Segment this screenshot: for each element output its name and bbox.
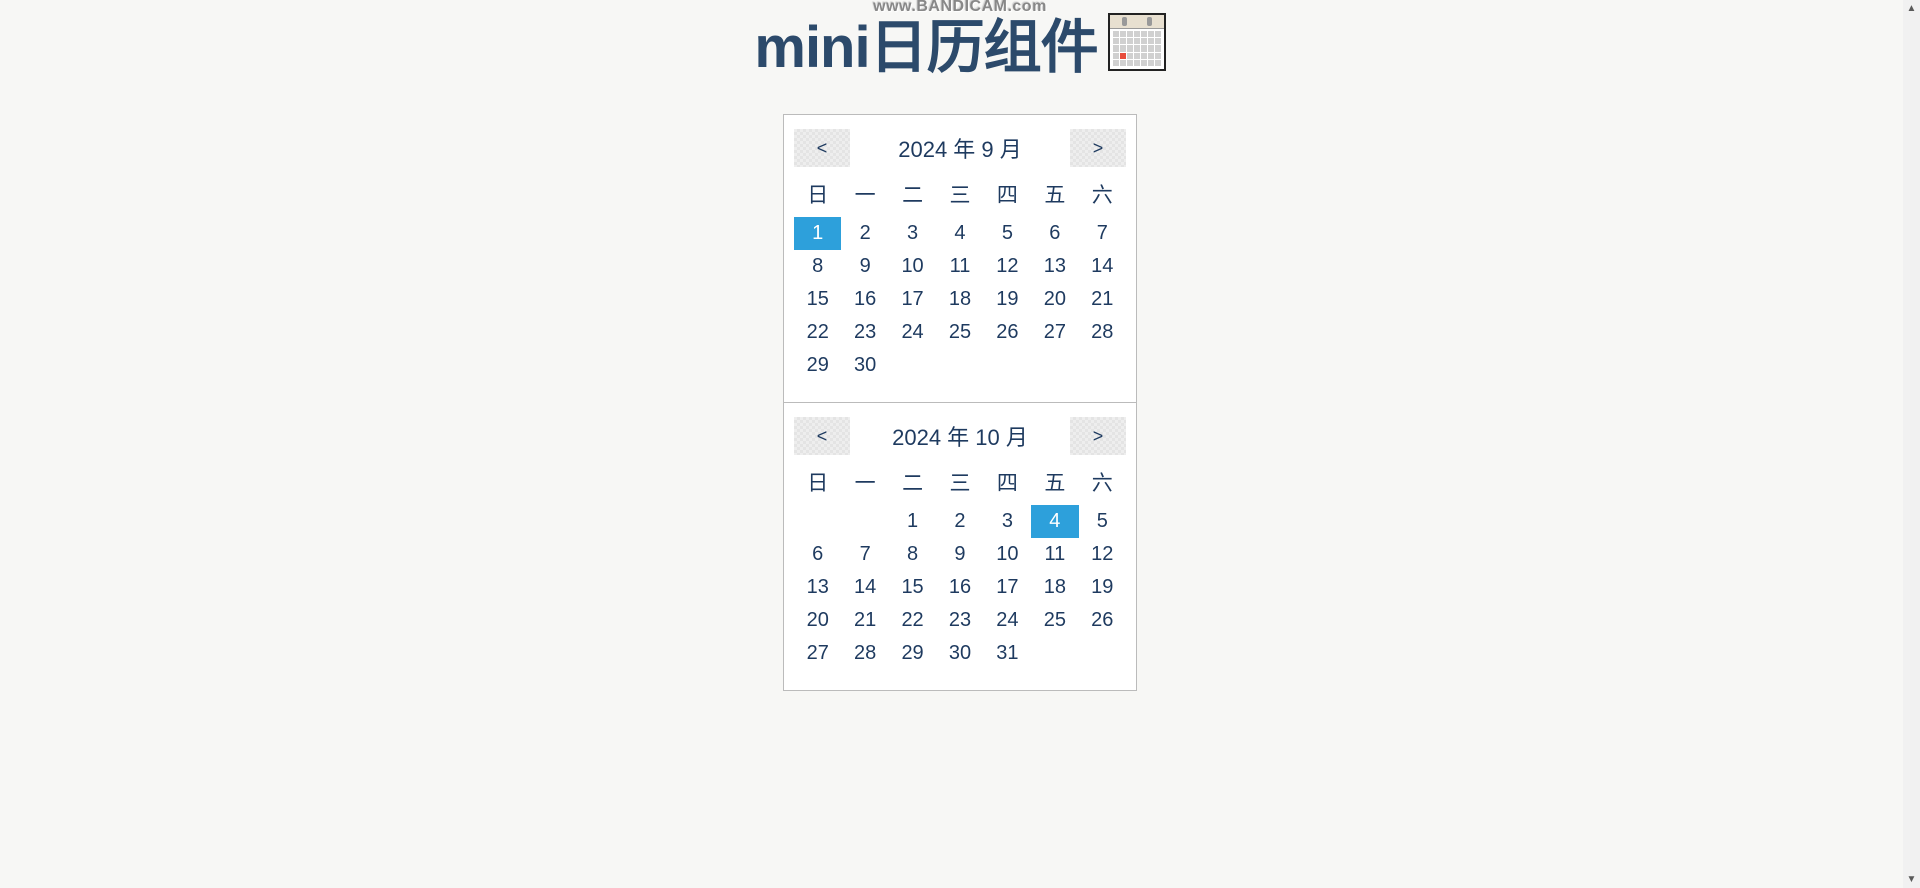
day-cell[interactable]: 20 bbox=[1031, 283, 1078, 316]
weekday-label: 二 bbox=[889, 175, 936, 213]
day-cell[interactable]: 15 bbox=[794, 283, 841, 316]
weekday-label: 一 bbox=[841, 463, 888, 501]
day-cell[interactable]: 9 bbox=[936, 538, 983, 571]
day-cell[interactable]: 14 bbox=[841, 571, 888, 604]
day-cell[interactable]: 29 bbox=[794, 349, 841, 382]
month-label: 2024 年 10 月 bbox=[892, 420, 1028, 452]
weekday-label: 四 bbox=[984, 463, 1031, 501]
day-cell[interactable]: 26 bbox=[1079, 604, 1126, 637]
day-cell[interactable]: 8 bbox=[794, 250, 841, 283]
day-cell[interactable]: 4 bbox=[936, 217, 983, 250]
next-month-button[interactable]: > bbox=[1070, 417, 1126, 455]
calendar-icon bbox=[1108, 13, 1166, 71]
day-cell[interactable]: 17 bbox=[984, 571, 1031, 604]
day-cell[interactable]: 11 bbox=[1031, 538, 1078, 571]
day-cell[interactable]: 19 bbox=[984, 283, 1031, 316]
day-cell[interactable]: 5 bbox=[984, 217, 1031, 250]
day-cell[interactable]: 6 bbox=[1031, 217, 1078, 250]
weekday-label: 四 bbox=[984, 175, 1031, 213]
day-cell[interactable]: 25 bbox=[936, 316, 983, 349]
day-cell[interactable]: 6 bbox=[794, 538, 841, 571]
day-cell[interactable]: 13 bbox=[794, 571, 841, 604]
day-cell[interactable]: 5 bbox=[1079, 505, 1126, 538]
day-cell[interactable]: 2 bbox=[841, 217, 888, 250]
calendar: <2024 年 9 月>日一二三四五六123456789101112131415… bbox=[783, 114, 1137, 403]
day-cell[interactable]: 25 bbox=[1031, 604, 1078, 637]
weekday-label: 一 bbox=[841, 175, 888, 213]
weekday-label: 二 bbox=[889, 463, 936, 501]
day-cell[interactable]: 29 bbox=[889, 637, 936, 670]
weekday-row: 日一二三四五六 bbox=[794, 463, 1126, 501]
day-cell[interactable]: 24 bbox=[984, 604, 1031, 637]
vertical-scrollbar[interactable]: ▲ ▼ bbox=[1903, 0, 1920, 888]
day-empty bbox=[794, 505, 841, 538]
day-cell[interactable]: 8 bbox=[889, 538, 936, 571]
weekday-label: 日 bbox=[794, 463, 841, 501]
calendar-header: <2024 年 10 月 > bbox=[794, 413, 1126, 463]
day-cell[interactable]: 7 bbox=[841, 538, 888, 571]
day-cell[interactable]: 23 bbox=[841, 316, 888, 349]
day-cell[interactable]: 18 bbox=[936, 283, 983, 316]
day-cell[interactable]: 2 bbox=[936, 505, 983, 538]
days-grid: 1234567891011121314151617181920212223242… bbox=[794, 217, 1126, 382]
weekday-label: 日 bbox=[794, 175, 841, 213]
day-cell[interactable]: 22 bbox=[889, 604, 936, 637]
prev-month-button[interactable]: < bbox=[794, 417, 850, 455]
day-cell[interactable]: 31 bbox=[984, 637, 1031, 670]
day-cell[interactable]: 16 bbox=[841, 283, 888, 316]
day-cell[interactable]: 9 bbox=[841, 250, 888, 283]
day-cell[interactable]: 27 bbox=[1031, 316, 1078, 349]
day-cell[interactable]: 24 bbox=[889, 316, 936, 349]
weekday-label: 五 bbox=[1031, 463, 1078, 501]
weekday-label: 三 bbox=[936, 175, 983, 213]
weekday-label: 六 bbox=[1079, 463, 1126, 501]
prev-month-button[interactable]: < bbox=[794, 129, 850, 167]
day-cell[interactable]: 15 bbox=[889, 571, 936, 604]
day-cell[interactable]: 27 bbox=[794, 637, 841, 670]
weekday-label: 五 bbox=[1031, 175, 1078, 213]
calendar: <2024 年 10 月>日一二三四五六12345678910111213141… bbox=[783, 403, 1137, 691]
day-cell[interactable]: 11 bbox=[936, 250, 983, 283]
day-cell[interactable]: 30 bbox=[841, 349, 888, 382]
day-cell[interactable]: 4 bbox=[1031, 505, 1078, 538]
day-cell[interactable]: 14 bbox=[1079, 250, 1126, 283]
days-grid: 1234567891011121314151617181920212223242… bbox=[794, 505, 1126, 670]
day-cell[interactable]: 28 bbox=[841, 637, 888, 670]
day-cell[interactable]: 12 bbox=[1079, 538, 1126, 571]
day-cell[interactable]: 21 bbox=[1079, 283, 1126, 316]
next-month-button[interactable]: > bbox=[1070, 129, 1126, 167]
day-cell[interactable]: 1 bbox=[794, 217, 841, 250]
scroll-up-icon[interactable]: ▲ bbox=[1903, 0, 1920, 17]
day-cell[interactable]: 17 bbox=[889, 283, 936, 316]
day-cell[interactable]: 26 bbox=[984, 316, 1031, 349]
day-cell[interactable]: 22 bbox=[794, 316, 841, 349]
day-cell[interactable]: 13 bbox=[1031, 250, 1078, 283]
day-cell[interactable]: 23 bbox=[936, 604, 983, 637]
day-empty bbox=[841, 505, 888, 538]
calendar-header: <2024 年 9 月 > bbox=[794, 125, 1126, 175]
scroll-down-icon[interactable]: ▼ bbox=[1903, 871, 1920, 888]
month-label: 2024 年 9 月 bbox=[898, 132, 1022, 164]
day-cell[interactable]: 18 bbox=[1031, 571, 1078, 604]
day-cell[interactable]: 30 bbox=[936, 637, 983, 670]
day-cell[interactable]: 21 bbox=[841, 604, 888, 637]
day-cell[interactable]: 7 bbox=[1079, 217, 1126, 250]
day-cell[interactable]: 16 bbox=[936, 571, 983, 604]
day-cell[interactable]: 19 bbox=[1079, 571, 1126, 604]
day-cell[interactable]: 3 bbox=[889, 217, 936, 250]
day-cell[interactable]: 3 bbox=[984, 505, 1031, 538]
day-cell[interactable]: 1 bbox=[889, 505, 936, 538]
weekday-row: 日一二三四五六 bbox=[794, 175, 1126, 213]
day-cell[interactable]: 10 bbox=[984, 538, 1031, 571]
day-cell[interactable]: 10 bbox=[889, 250, 936, 283]
watermark-text: www.BANDICAM.com bbox=[873, 0, 1047, 16]
weekday-label: 三 bbox=[936, 463, 983, 501]
day-cell[interactable]: 12 bbox=[984, 250, 1031, 283]
weekday-label: 六 bbox=[1079, 175, 1126, 213]
day-cell[interactable]: 28 bbox=[1079, 316, 1126, 349]
day-cell[interactable]: 20 bbox=[794, 604, 841, 637]
